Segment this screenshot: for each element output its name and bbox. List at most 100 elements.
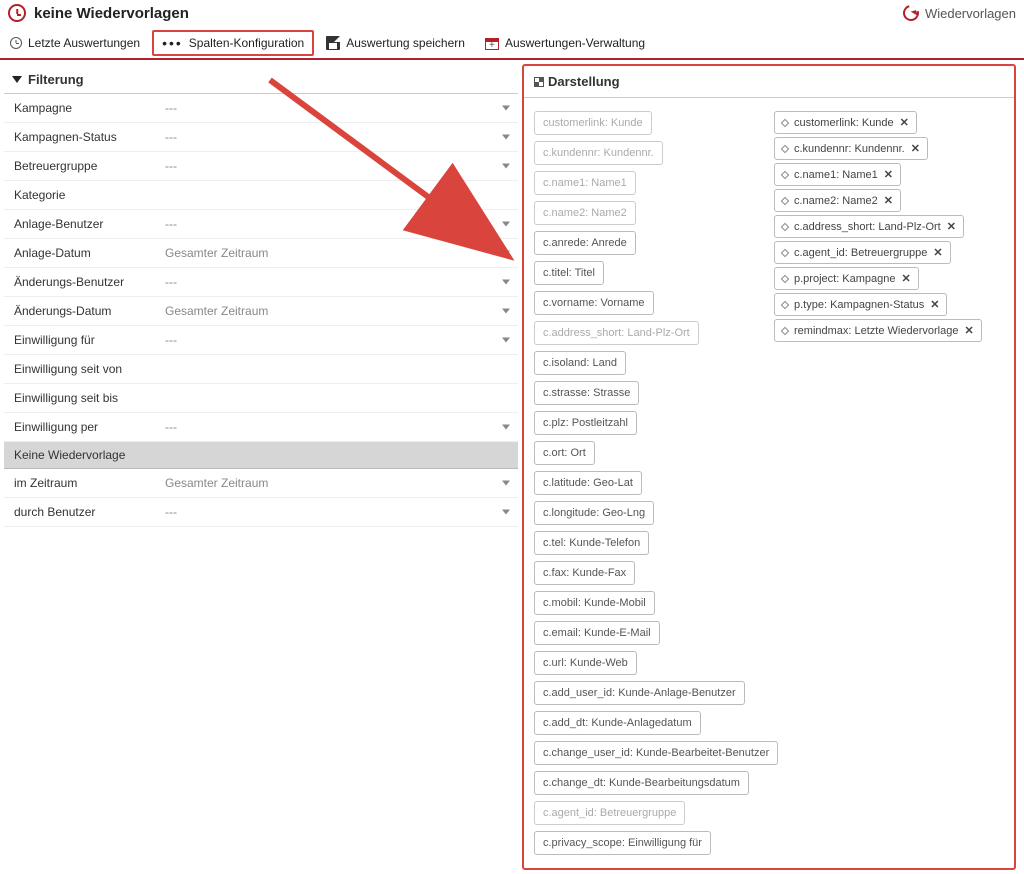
drag-handle-icon[interactable] <box>781 248 789 256</box>
clock-small-icon <box>10 37 22 49</box>
drag-handle-icon[interactable] <box>781 118 789 126</box>
selected-columns: customerlink: Kunde✕ c.kundennr: Kundennr… <box>764 98 1014 868</box>
available-column-chip[interactable]: c.mobil: Kunde-Mobil <box>534 591 655 615</box>
available-column-chip[interactable]: c.plz: Postleitzahl <box>534 411 637 435</box>
drag-handle-icon[interactable] <box>781 222 789 230</box>
filter-row: im ZeitraumGesamter Zeitraum <box>4 469 518 498</box>
drag-handle-icon[interactable] <box>781 326 789 334</box>
remove-column-icon[interactable]: ✕ <box>964 324 973 337</box>
selected-column-chip[interactable]: c.name2: Name2✕ <box>774 189 901 212</box>
filter-select[interactable]: --- <box>159 498 518 526</box>
selected-column-chip[interactable]: c.address_short: Land-Plz-Ort✕ <box>774 215 964 238</box>
selected-column-chip[interactable]: remindmax: Letzte Wiedervorlage✕ <box>774 319 982 342</box>
filter-select[interactable]: Gesamter Zeitraum <box>159 297 518 325</box>
available-column-chip[interactable]: c.anrede: Anrede <box>534 231 636 255</box>
filter-row: Änderungs-Benutzer--- <box>4 268 518 297</box>
available-column-chip[interactable]: c.add_user_id: Kunde-Anlage-Benutzer <box>534 681 745 705</box>
available-column-chip[interactable]: c.isoland: Land <box>534 351 626 375</box>
drag-handle-icon[interactable] <box>781 170 789 178</box>
toolbar-save-report[interactable]: Auswertung speichern <box>316 30 475 56</box>
filter-label: im Zeitraum <box>4 469 159 497</box>
refresh-icon <box>900 2 922 24</box>
drag-handle-icon[interactable] <box>781 300 789 308</box>
available-column-chip[interactable]: c.address_short: Land-Plz-Ort <box>534 321 699 345</box>
available-columns: customerlink: Kunde c.kundennr: Kundennr.… <box>524 98 764 868</box>
drag-handle-icon[interactable] <box>781 274 789 282</box>
filter-select[interactable]: --- <box>159 123 518 151</box>
clock-icon <box>8 4 26 22</box>
remove-column-icon[interactable]: ✕ <box>930 298 939 311</box>
filter-row: Kampagne--- <box>4 94 518 123</box>
available-column-chip[interactable]: c.kundennr: Kundennr. <box>534 141 663 165</box>
remove-column-icon[interactable]: ✕ <box>947 220 956 233</box>
drag-handle-icon[interactable] <box>781 144 789 152</box>
filter-select[interactable]: --- <box>159 268 518 296</box>
available-column-chip[interactable]: c.privacy_scope: Einwilligung für <box>534 831 711 855</box>
available-column-chip[interactable]: c.email: Kunde-E-Mail <box>534 621 660 645</box>
filter-label: Einwilligung seit von <box>4 355 159 383</box>
page-title: keine Wiedervorlagen <box>34 5 189 22</box>
filter-select[interactable]: Gesamter Zeitraum <box>159 469 518 497</box>
filter-row: Betreuergruppe--- <box>4 152 518 181</box>
filter-select[interactable]: --- <box>159 94 518 122</box>
toolbar-manage-reports[interactable]: Auswertungen-Verwaltung <box>475 30 655 56</box>
available-column-chip[interactable]: c.name1: Name1 <box>534 171 636 195</box>
selected-column-chip[interactable]: p.project: Kampagne✕ <box>774 267 919 290</box>
available-column-chip[interactable]: c.agent_id: Betreuergruppe <box>534 801 685 825</box>
selected-column-chip[interactable]: c.name1: Name1✕ <box>774 163 901 186</box>
remove-column-icon[interactable]: ✕ <box>911 142 920 155</box>
grid-icon <box>534 77 544 87</box>
available-column-chip[interactable]: c.change_dt: Kunde-Bearbeitungsdatum <box>534 771 749 795</box>
refresh-label: Wiedervorlagen <box>925 6 1016 21</box>
selected-column-chip[interactable]: c.agent_id: Betreuergruppe✕ <box>774 241 951 264</box>
filter-label: Einwilligung seit bis <box>4 384 159 412</box>
remove-column-icon[interactable]: ✕ <box>900 116 909 129</box>
filter-select[interactable]: Gesamter Zeitraum <box>159 239 518 267</box>
filter-label: Einwilligung per <box>4 413 159 441</box>
available-column-chip[interactable]: c.change_user_id: Kunde-Bearbeitet-Benut… <box>534 741 778 765</box>
filter-label: Kampagnen-Status <box>4 123 159 151</box>
refresh-button[interactable]: Wiedervorlagen <box>903 5 1016 21</box>
save-icon <box>326 36 340 50</box>
filter-label: Betreuergruppe <box>4 152 159 180</box>
available-column-chip[interactable]: c.titel: Titel <box>534 261 604 285</box>
filter-row: Anlage-Benutzer--- <box>4 210 518 239</box>
available-column-chip[interactable]: c.longitude: Geo-Lng <box>534 501 654 525</box>
filter-select[interactable]: --- <box>159 152 518 180</box>
filter-header[interactable]: Filterung <box>4 66 518 94</box>
available-column-chip[interactable]: customerlink: Kunde <box>534 111 652 135</box>
filter-input[interactable] <box>159 355 518 383</box>
filter-label: Änderungs-Datum <box>4 297 159 325</box>
toolbar-last-reports[interactable]: Letzte Auswertungen <box>0 30 150 56</box>
available-column-chip[interactable]: c.vorname: Vorname <box>534 291 654 315</box>
filter-select[interactable]: --- <box>159 326 518 354</box>
available-column-chip[interactable]: c.ort: Ort <box>534 441 595 465</box>
toolbar: Letzte Auswertungen ••• Spalten-Konfigur… <box>0 28 1024 60</box>
selected-column-chip[interactable]: p.type: Kampagnen-Status✕ <box>774 293 947 316</box>
selected-column-chip[interactable]: c.kundennr: Kundennr.✕ <box>774 137 928 160</box>
available-column-chip[interactable]: c.fax: Kunde-Fax <box>534 561 635 585</box>
filter-select[interactable]: --- <box>159 413 518 441</box>
toolbar-column-config[interactable]: ••• Spalten-Konfiguration <box>152 30 314 56</box>
available-column-chip[interactable]: c.url: Kunde-Web <box>534 651 637 675</box>
filter-row: Anlage-DatumGesamter Zeitraum <box>4 239 518 268</box>
available-column-chip[interactable]: c.strasse: Strasse <box>534 381 639 405</box>
available-column-chip[interactable]: c.add_dt: Kunde-Anlagedatum <box>534 711 701 735</box>
drag-handle-icon[interactable] <box>781 196 789 204</box>
filter-label: Anlage-Benutzer <box>4 210 159 238</box>
available-column-chip[interactable]: c.latitude: Geo-Lat <box>534 471 642 495</box>
filter-row: Kampagnen-Status--- <box>4 123 518 152</box>
remove-column-icon[interactable]: ✕ <box>884 168 893 181</box>
filter-select[interactable]: --- <box>159 210 518 238</box>
calendar-icon <box>485 38 499 50</box>
remove-column-icon[interactable]: ✕ <box>933 246 942 259</box>
available-column-chip[interactable]: c.name2: Name2 <box>534 201 636 225</box>
filter-input[interactable] <box>159 384 518 412</box>
filter-section-header: Keine Wiedervorlage <box>4 442 518 469</box>
filter-input[interactable] <box>159 181 518 209</box>
selected-column-chip[interactable]: customerlink: Kunde✕ <box>774 111 917 134</box>
filter-row: Kategorie <box>4 181 518 210</box>
remove-column-icon[interactable]: ✕ <box>884 194 893 207</box>
available-column-chip[interactable]: c.tel: Kunde-Telefon <box>534 531 649 555</box>
remove-column-icon[interactable]: ✕ <box>902 272 911 285</box>
